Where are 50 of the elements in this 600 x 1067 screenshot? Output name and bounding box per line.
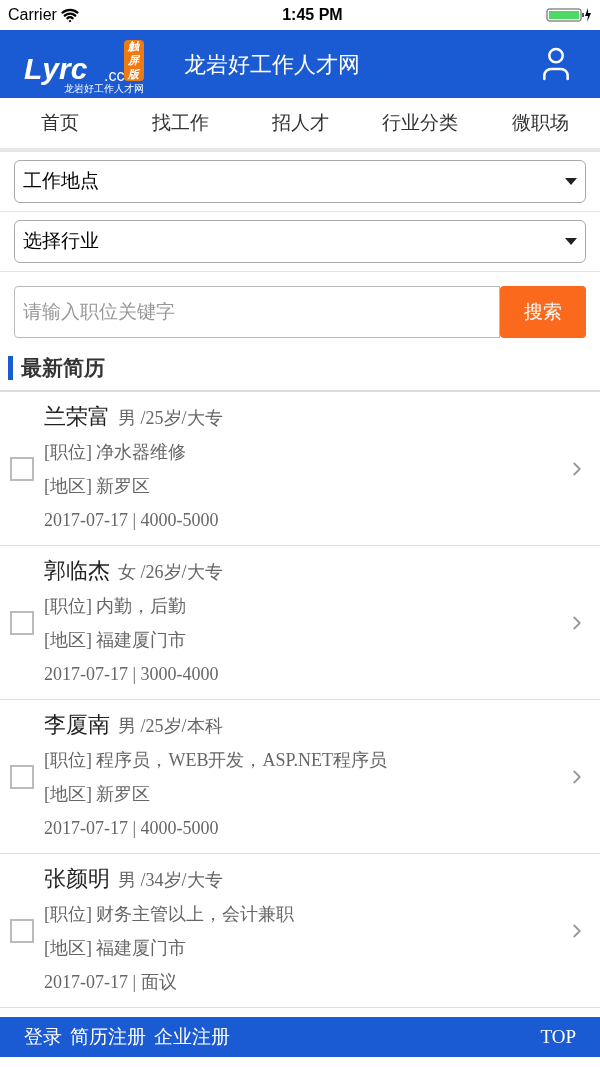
footer-link[interactable]: 简历注册 (70, 1022, 146, 1052)
area-text: [地区] 新罗区 (44, 475, 152, 498)
candidate-name: 郭临杰 (44, 558, 110, 584)
footer-link[interactable]: 登录 (24, 1022, 62, 1052)
footer-link[interactable]: 企业注册 (154, 1022, 230, 1052)
caret-icon (565, 237, 577, 246)
checkbox[interactable] (10, 918, 34, 943)
dropdown-select[interactable]: 工作地点 (14, 160, 586, 203)
candidate-name: 张颜明 (44, 866, 110, 892)
nav-link[interactable]: 首页 (0, 108, 120, 138)
top-link[interactable]: TOP (540, 1022, 576, 1052)
battery-icon (546, 7, 592, 23)
position-text: [职位] 内勤，后勤 (44, 595, 188, 618)
date-salary-text: 2017-07-17 | 4000-5000 (44, 817, 220, 840)
resume-row[interactable]: 郭临杰 女 /26岁/大专 [职位] 内勤，后勤 [地区] 福建厦门市 2017-07-17 | 3000-4000 (0, 546, 600, 700)
candidate-info: 男 /25岁/大专 (118, 407, 223, 430)
candidate-info: 女 /26岁/大专 (118, 561, 223, 584)
date-salary-text: 2017-07-17 | 面议 (44, 971, 178, 994)
checkbox[interactable] (10, 610, 34, 635)
resume-row[interactable]: 兰荣富 男 /25岁/大专 [职位] 净水器维修 [地区] 新罗区 2017-07-17 | 4000-5000 (0, 392, 600, 546)
nav-link[interactable]: 行业分类 (360, 108, 480, 138)
candidate-name: 兰荣富 (44, 404, 110, 430)
keyword-field[interactable]: 请输入职位关键字 (14, 286, 500, 338)
carrier-label: Carrier (8, 5, 57, 25)
candidate-name: 李厦南 (44, 712, 110, 738)
wifi-icon (60, 6, 79, 24)
site-title: 龙岩好工作人才网 (184, 50, 360, 79)
nav-link[interactable]: 招人才 (240, 108, 360, 138)
checkbox[interactable] (10, 764, 34, 789)
resume-row[interactable]: 李厦南 男 /25岁/本科 [职位] 程序员，WEB开发，ASP.NET程序员 [地区] 新罗区 2017-07-17 | 4000-5000 (0, 700, 600, 854)
area-text: [地区] 新罗区 (44, 783, 152, 806)
area-text: [地区] 福建厦门市 (44, 629, 188, 652)
candidate-info: 男 /34岁/大专 (118, 869, 223, 892)
section-title: 最新简历 (21, 355, 105, 382)
resume-row[interactable]: 张颜明 男 /34岁/大专 [职位] 财务主管以上，会计兼职 [地区] 福建厦门市 2017-07-17 | 面议 (0, 854, 600, 1008)
caret-icon (565, 177, 577, 186)
position-text: [职位] 程序员，WEB开发，ASP.NET程序员 (44, 749, 388, 772)
nav-link[interactable]: 找工作 (120, 108, 240, 138)
candidate-info: 男 /25岁/本科 (118, 715, 223, 738)
logo: Lyrc .cc 触屏版 龙岩好工作人才网 (24, 39, 144, 92)
checkbox[interactable] (10, 456, 34, 481)
date-salary-text: 2017-07-17 | 3000-4000 (44, 663, 220, 686)
area-text: [地区] 福建厦门市 (44, 937, 188, 960)
position-text: [职位] 财务主管以上，会计兼职 (44, 903, 296, 926)
position-text: [职位] 净水器维修 (44, 441, 188, 464)
status-time: 1:45 PM (282, 5, 343, 25)
dropdown-select[interactable]: 选择行业 (14, 220, 586, 263)
section-marker (8, 356, 13, 380)
nav-link[interactable]: 微职场 (480, 108, 600, 138)
date-salary-text: 2017-07-17 | 4000-5000 (44, 509, 220, 532)
